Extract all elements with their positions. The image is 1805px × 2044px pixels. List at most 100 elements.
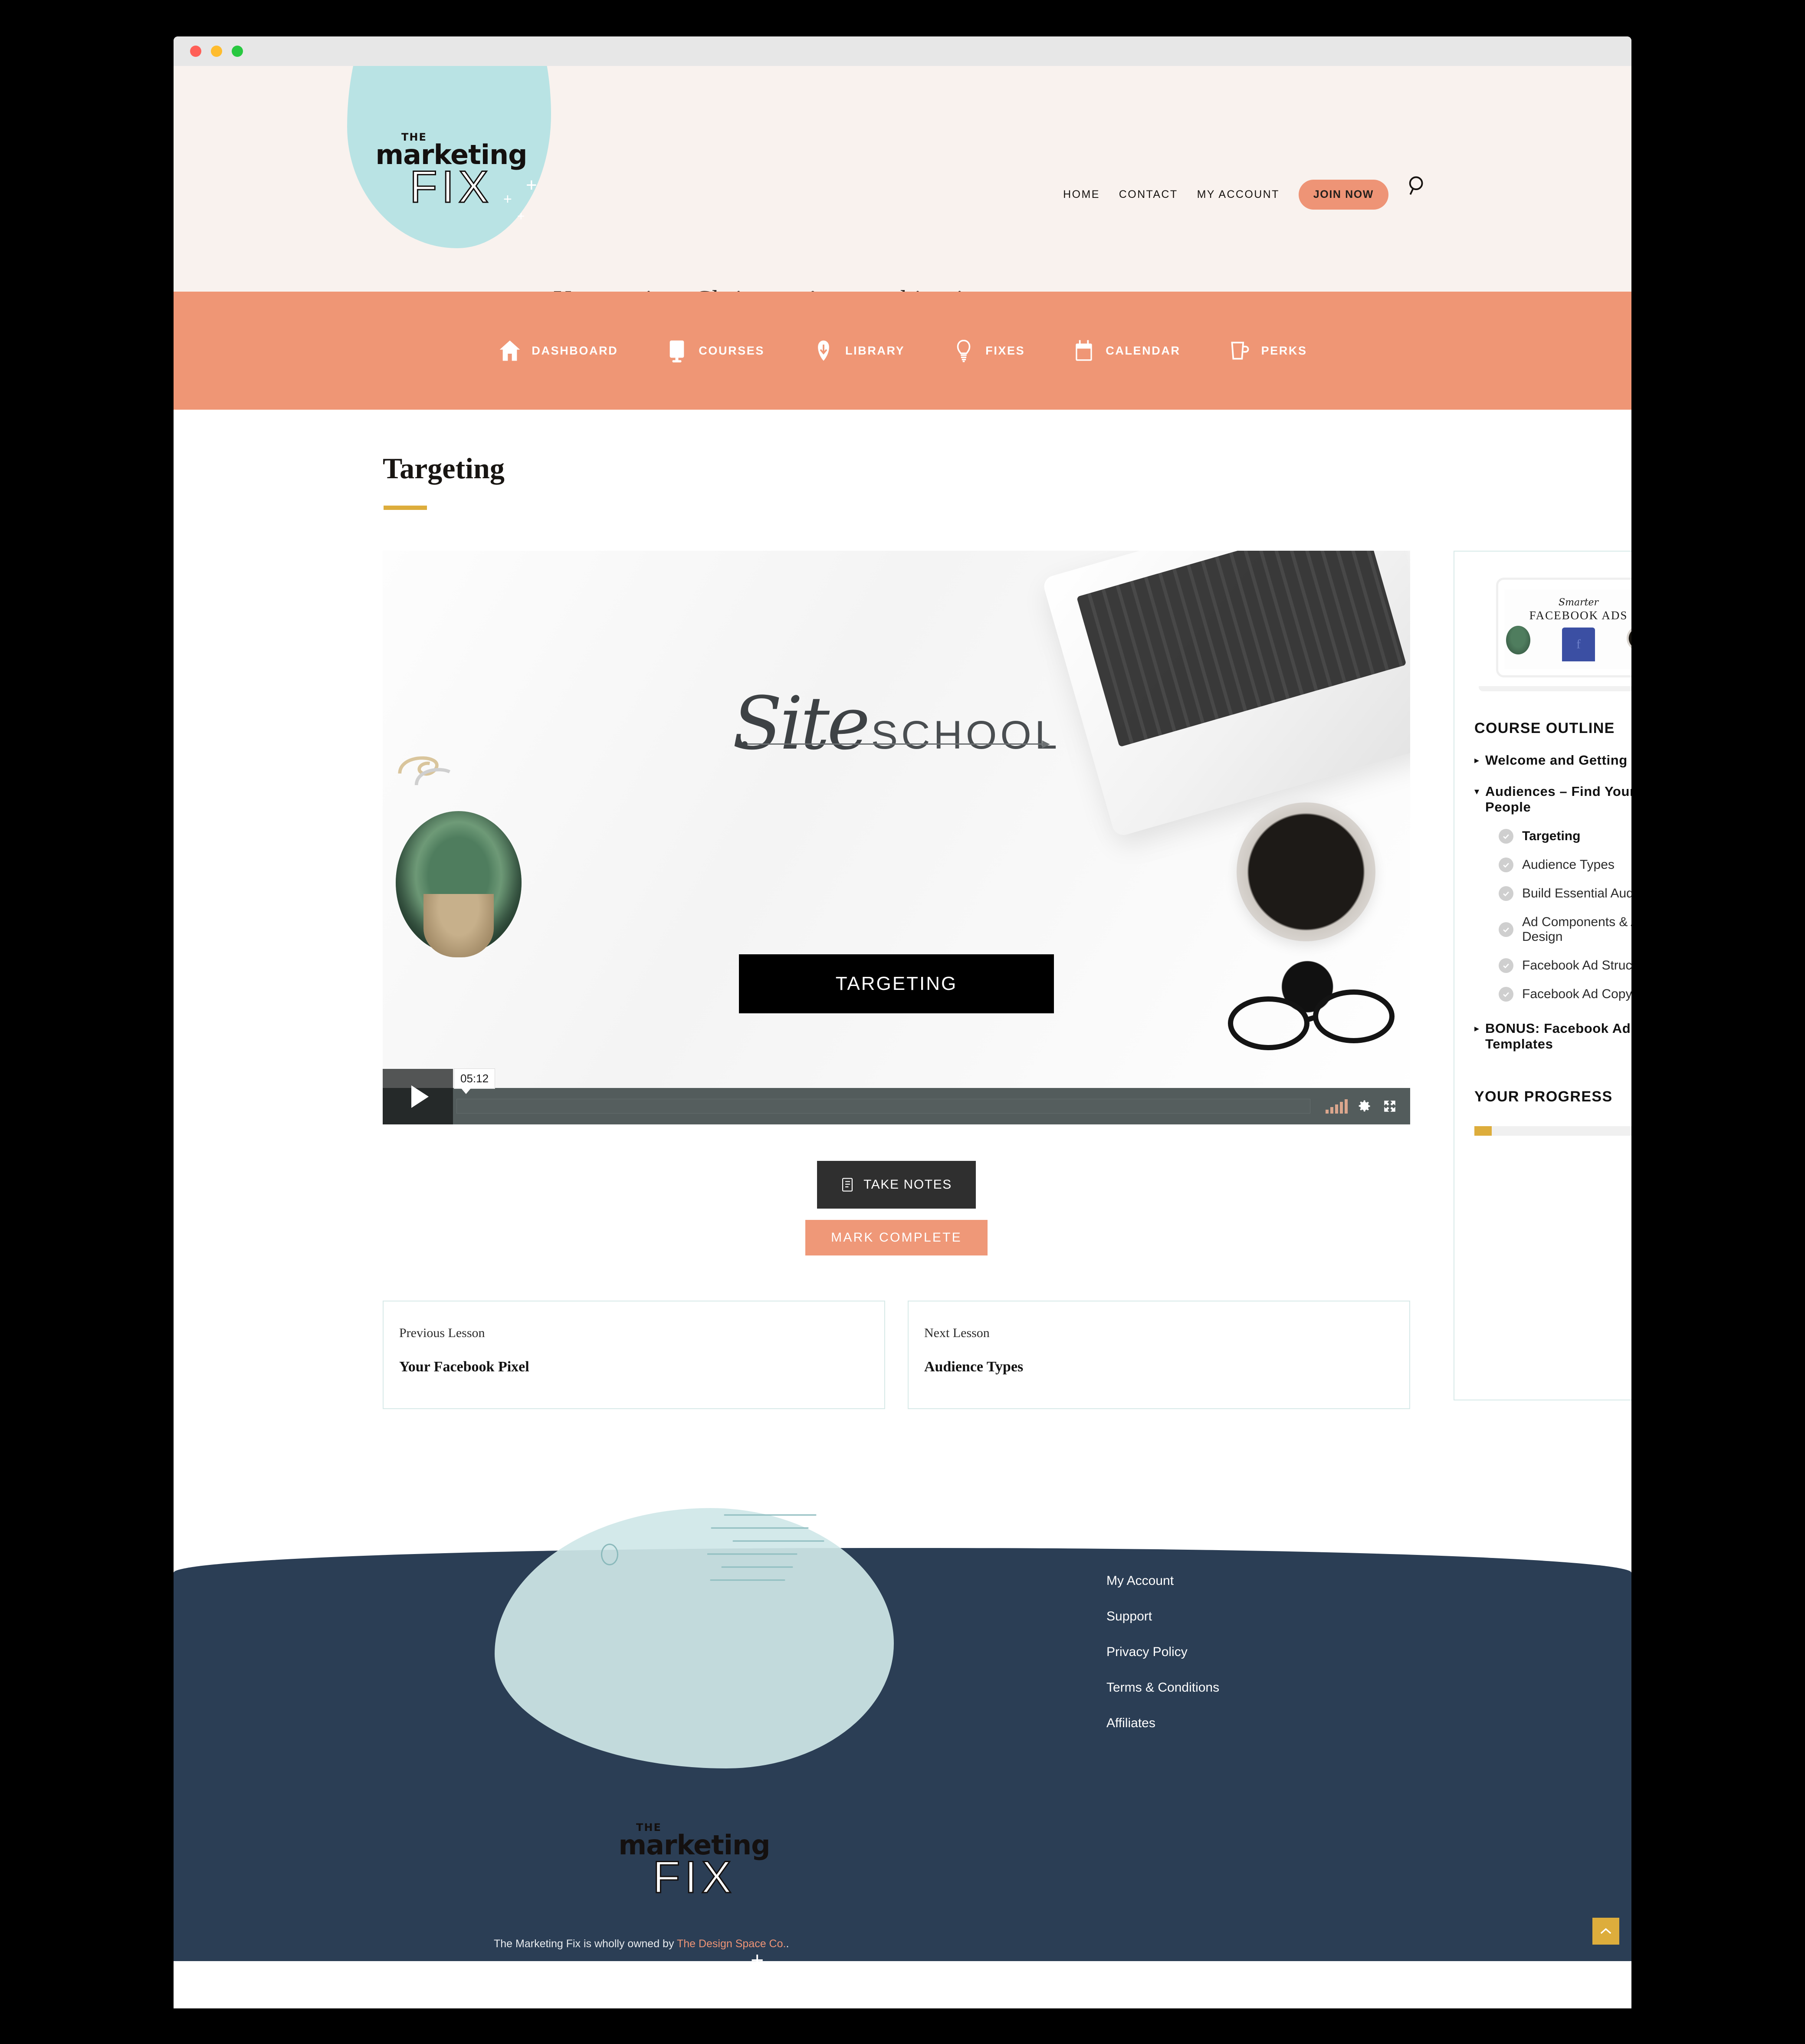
course-outline-heading: COURSE OUTLINE (1474, 720, 1615, 736)
nav-link-my-account[interactable]: MY ACCOUNT (1197, 188, 1280, 201)
arrow-divider (742, 740, 1050, 748)
sidebar-lesson-facebook-ad-structure[interactable]: Facebook Ad Structure (1499, 958, 1631, 973)
previous-lesson-kicker: Previous Lesson (399, 1326, 485, 1340)
menu-label: CALENDAR (1106, 344, 1181, 357)
site-school-script: Site (732, 681, 870, 766)
video-player[interactable]: SiteSCHOOL TARGETING 05:12 (383, 551, 1410, 1124)
thumbnail-coffee (1627, 626, 1631, 651)
take-notes-button[interactable]: TAKE NOTES (817, 1161, 976, 1209)
fullscreen-icon[interactable] (1382, 1099, 1397, 1114)
sparkle-icon: + (724, 1968, 734, 1987)
user-greeting: Keep going, Chris, you’re smashing it . … (553, 285, 1013, 292)
menu-item-calendar[interactable]: CALENDAR (1048, 338, 1204, 363)
menu-label: LIBRARY (845, 344, 905, 357)
copyright-link[interactable]: The Design Space Co. (677, 1938, 786, 1950)
footer-link-terms-conditions[interactable]: Terms & Conditions (1106, 1680, 1219, 1695)
sidebar-lesson-ad-components[interactable]: Ad Components & Ad Design (1499, 915, 1631, 944)
footer-logo[interactable]: THE marketing FIX (590, 1821, 798, 1903)
menu-item-library[interactable]: LIBRARY (788, 338, 928, 363)
footer-wave-shape (174, 1548, 1631, 1961)
menu-item-fixes[interactable]: FIXES (928, 338, 1048, 363)
footer-link-privacy-policy[interactable]: Privacy Policy (1106, 1645, 1188, 1659)
nav-link-home[interactable]: HOME (1063, 188, 1100, 201)
join-now-button[interactable]: JOIN NOW (1298, 180, 1388, 210)
lesson-actions: TAKE NOTES MARK COMPLETE (383, 1161, 1410, 1255)
volume-bars-icon[interactable] (1326, 1099, 1348, 1114)
menu-item-perks[interactable]: PERKS (1204, 338, 1331, 363)
glasses-prop (1228, 989, 1395, 1050)
thumbnail-phone-graphic (1562, 628, 1595, 661)
video-lesson-badge-label: TARGETING (835, 973, 958, 994)
next-lesson-card[interactable]: Next Lesson Audience Types (908, 1301, 1410, 1409)
menu-label: FIXES (985, 344, 1025, 357)
menu-item-courses[interactable]: COURSES (641, 338, 788, 363)
chevron-up-icon (1600, 1928, 1611, 1934)
sidebar-lesson-label: Facebook Ad Structure (1522, 958, 1631, 973)
previous-lesson-title: Your Facebook Pixel (399, 1359, 529, 1375)
outline-section-bonus[interactable]: ▸ BONUS: Facebook Ad Templates (1474, 1021, 1631, 1052)
scroll-to-top-button[interactable] (1592, 1918, 1619, 1945)
coffee-mug-icon (1231, 342, 1249, 360)
chevron-right-icon: ▸ (1474, 1023, 1480, 1034)
copyright-suffix: . (786, 1938, 789, 1950)
take-notes-label: TAKE NOTES (863, 1177, 952, 1192)
sidebar-lesson-build-essential-audiences[interactable]: Build Essential Audiences (1499, 886, 1631, 901)
chevron-right-icon: ▸ (1474, 755, 1480, 766)
thumbnail-title-text: FACEBOOK ADS (1529, 609, 1628, 622)
lesson-main-column: SiteSCHOOL TARGETING 05:12 TAKE NOTES MA… (383, 551, 1410, 1409)
menu-label: COURSES (699, 344, 765, 357)
succulent-prop (396, 811, 522, 957)
play-button[interactable] (383, 1069, 453, 1124)
top-navigation: HOME CONTACT MY ACCOUNT JOIN NOW (1063, 180, 1388, 210)
footer-link-list: My Account Support Privacy Policy Terms … (1106, 1574, 1333, 1731)
thumbnail-laptop-base (1479, 686, 1631, 691)
sidebar-lesson-label: Build Essential Audiences (1522, 886, 1631, 900)
video-lesson-badge: TARGETING (739, 954, 1054, 1013)
close-window-dot[interactable] (190, 46, 201, 57)
footer-list-item: Terms & Conditions (1106, 1680, 1333, 1695)
next-lesson-kicker: Next Lesson (924, 1326, 990, 1340)
footer-link-my-account[interactable]: My Account (1106, 1574, 1174, 1588)
paperclips-prop (398, 756, 451, 785)
footer-link-affiliates[interactable]: Affiliates (1106, 1716, 1155, 1730)
copyright-prefix: The Marketing Fix is wholly owned by (494, 1938, 677, 1950)
check-circle-icon (1499, 958, 1513, 973)
sidebar-lesson-label: Targeting (1522, 829, 1581, 843)
footer-list-item: Privacy Policy (1106, 1645, 1333, 1660)
outline-section-audiences[interactable]: ▾ Audiences – Find Your People (1474, 784, 1631, 815)
nav-link-contact[interactable]: CONTACT (1119, 188, 1178, 201)
menu-label: DASHBOARD (532, 344, 618, 357)
outline-section-label: Audiences – Find Your People (1485, 784, 1631, 815)
main-menu-bar: DASHBOARD COURSES LIBRARY FIXES CALENDAR… (174, 292, 1631, 410)
maximize-window-dot[interactable] (232, 46, 243, 57)
progress-bar (1474, 1126, 1631, 1136)
progress-bar-fill (1474, 1126, 1492, 1136)
footer-link-support[interactable]: Support (1106, 1609, 1152, 1623)
notes-icon (842, 1178, 853, 1192)
footer-circle-accent (601, 1544, 618, 1565)
page-title: Targeting (383, 452, 505, 485)
sidebar-lesson-targeting[interactable]: Targeting (1499, 829, 1631, 844)
video-control-bar (383, 1088, 1410, 1124)
gear-icon[interactable] (1356, 1098, 1372, 1114)
play-icon (411, 1085, 429, 1108)
minimize-window-dot[interactable] (211, 46, 222, 57)
footer-logo-fix: FIX (652, 1852, 736, 1903)
previous-lesson-card[interactable]: Previous Lesson Your Facebook Pixel (383, 1301, 885, 1409)
sparkle-icon: + (526, 174, 537, 196)
menu-item-dashboard[interactable]: DASHBOARD (474, 338, 641, 363)
course-thumbnail[interactable]: Smarter FACEBOOK ADS (1474, 573, 1631, 691)
footer-heading: GET YOUR FIX (1106, 1502, 1334, 1535)
search-icon[interactable] (1406, 174, 1429, 198)
video-scrubber[interactable] (456, 1099, 1310, 1114)
progress-heading: YOUR PROGRESS (1474, 1088, 1613, 1105)
sidebar-lesson-audience-types[interactable]: Audience Types (1499, 858, 1631, 872)
sidebar-lesson-facebook-ad-copywriting[interactable]: Facebook Ad Copywriting (1499, 987, 1631, 1002)
outline-section-welcome[interactable]: ▸ Welcome and Getting Set Up (1474, 753, 1631, 768)
monitor-icon (669, 340, 684, 363)
check-circle-icon (1499, 886, 1513, 901)
mark-complete-button[interactable]: MARK COMPLETE (805, 1220, 988, 1255)
site-header: THE marketing FIX + + + HOME CONTACT MY … (174, 66, 1631, 292)
check-circle-icon (1499, 858, 1513, 872)
check-circle-icon (1499, 829, 1513, 844)
